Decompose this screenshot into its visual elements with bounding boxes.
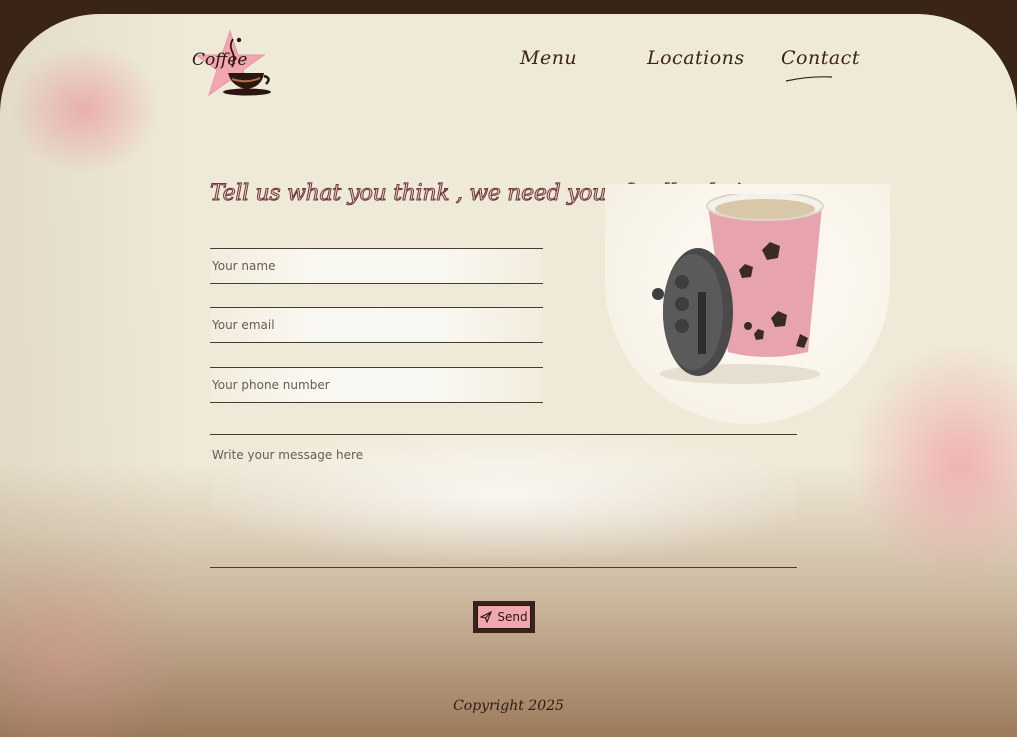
email-input[interactable] xyxy=(210,308,543,342)
phone-field[interactable] xyxy=(210,367,543,403)
logo-text: Coffee xyxy=(192,50,247,70)
page-card: Coffee Menu Locations Contact Tell us wh… xyxy=(0,14,1017,737)
message-field[interactable] xyxy=(210,434,797,568)
active-nav-underline xyxy=(785,76,833,82)
send-button[interactable]: Send xyxy=(473,601,535,633)
send-label: Send xyxy=(497,610,528,624)
coffee-cup-star-icon: Coffee xyxy=(192,29,271,97)
coffee-cup-image xyxy=(652,194,824,384)
message-textarea[interactable] xyxy=(210,435,797,567)
coffee-logo[interactable]: Coffee xyxy=(192,29,276,99)
background-shade xyxy=(0,14,190,737)
phone-input[interactable] xyxy=(210,368,543,402)
name-field[interactable] xyxy=(210,248,543,284)
copyright-text: Copyright 2025 xyxy=(453,698,564,714)
send-button-face: Send xyxy=(477,605,531,629)
nav-locations[interactable]: Locations xyxy=(647,47,745,69)
email-field[interactable] xyxy=(210,307,543,343)
name-input[interactable] xyxy=(210,249,543,283)
nav-contact[interactable]: Contact xyxy=(781,47,860,69)
paper-plane-icon xyxy=(480,611,493,623)
nav-menu[interactable]: Menu xyxy=(520,47,577,69)
